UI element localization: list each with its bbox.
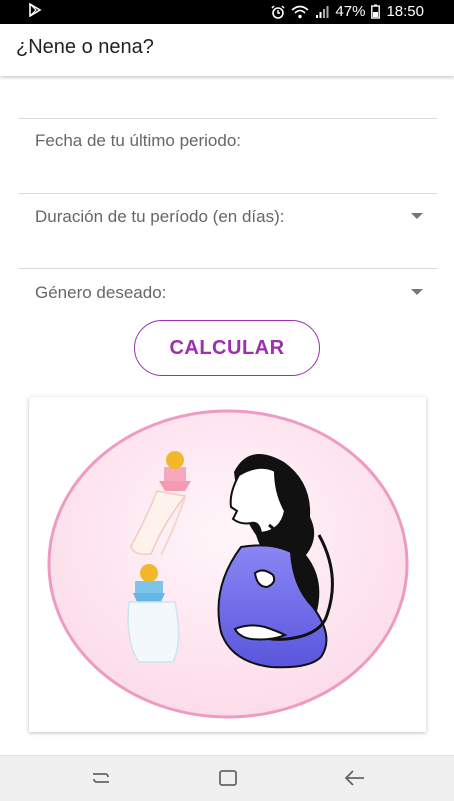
chevron-down-icon[interactable] xyxy=(411,213,423,219)
gender-dropdown[interactable]: Género deseado: xyxy=(35,283,166,303)
last-period-field[interactable]: Fecha de tu último periodo: xyxy=(35,131,241,151)
recent-apps-icon[interactable] xyxy=(91,768,111,793)
divider xyxy=(18,118,437,119)
chevron-down-icon[interactable] xyxy=(411,289,423,295)
back-icon[interactable] xyxy=(344,768,366,793)
divider xyxy=(18,193,437,194)
clock: 18:50 xyxy=(386,3,424,20)
battery-percent: 47% xyxy=(335,3,366,20)
nav-bar xyxy=(0,755,454,801)
play-store-icon xyxy=(28,2,42,20)
home-icon[interactable] xyxy=(218,768,238,793)
status-bar: 47% 18:50 xyxy=(0,0,454,24)
calculate-button[interactable]: CALCULAR xyxy=(134,320,320,376)
illustration-card xyxy=(29,397,426,732)
duration-dropdown[interactable]: Duración de tu período (en días): xyxy=(35,207,284,227)
wifi-icon xyxy=(291,5,309,19)
pregnant-woman-illustration xyxy=(47,409,409,719)
signal-icon xyxy=(315,5,329,19)
app-bar: ¿Nene o nena? xyxy=(0,24,454,76)
battery-icon xyxy=(371,4,381,19)
alarm-icon xyxy=(271,4,285,19)
divider xyxy=(18,268,437,269)
page-title: ¿Nene o nena? xyxy=(16,36,154,58)
